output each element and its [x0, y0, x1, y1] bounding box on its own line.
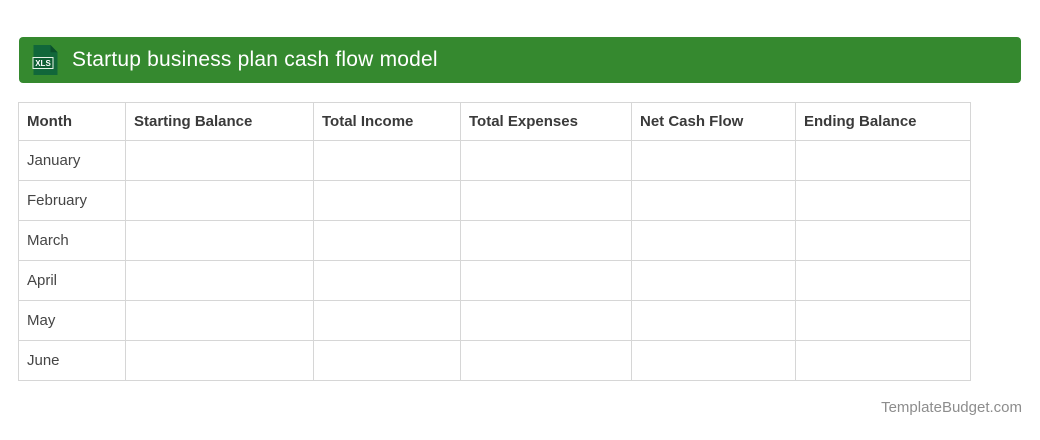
cell-starting-balance: [126, 261, 314, 301]
cell-total-expenses: [461, 261, 632, 301]
cash-flow-table: Month Starting Balance Total Income Tota…: [18, 102, 971, 381]
table-row-january: January: [19, 141, 971, 181]
cell-month: June: [19, 341, 126, 381]
cell-total-expenses: [461, 141, 632, 181]
cell-net-cash-flow: [632, 341, 796, 381]
column-header-starting-balance: Starting Balance: [126, 103, 314, 141]
cell-net-cash-flow: [632, 261, 796, 301]
cell-total-expenses: [461, 221, 632, 261]
cell-month: March: [19, 221, 126, 261]
template-title-bar: XLS Startup business plan cash flow mode…: [19, 37, 1021, 83]
table-row-march: March: [19, 221, 971, 261]
table-row-june: June: [19, 341, 971, 381]
xls-file-icon: XLS: [32, 45, 58, 75]
table-row-april: April: [19, 261, 971, 301]
cell-net-cash-flow: [632, 221, 796, 261]
cell-total-income: [314, 301, 461, 341]
cell-total-income: [314, 221, 461, 261]
table-row-february: February: [19, 181, 971, 221]
cell-starting-balance: [126, 301, 314, 341]
cell-total-income: [314, 181, 461, 221]
cell-starting-balance: [126, 181, 314, 221]
cell-ending-balance: [796, 341, 971, 381]
cell-net-cash-flow: [632, 141, 796, 181]
site-link[interactable]: TemplateBudget.com: [881, 399, 1022, 416]
cell-net-cash-flow: [632, 301, 796, 341]
cell-month: April: [19, 261, 126, 301]
cell-total-expenses: [461, 181, 632, 221]
cell-ending-balance: [796, 261, 971, 301]
column-header-month: Month: [19, 103, 126, 141]
table-row-may: May: [19, 301, 971, 341]
cell-ending-balance: [796, 141, 971, 181]
cell-net-cash-flow: [632, 181, 796, 221]
column-header-total-expenses: Total Expenses: [461, 103, 632, 141]
column-header-net-cash-flow: Net Cash Flow: [632, 103, 796, 141]
column-header-ending-balance: Ending Balance: [796, 103, 971, 141]
cell-month: February: [19, 181, 126, 221]
cell-ending-balance: [796, 221, 971, 261]
cell-total-income: [314, 141, 461, 181]
cell-starting-balance: [126, 221, 314, 261]
xls-icon-label: XLS: [35, 59, 51, 68]
cell-total-expenses: [461, 301, 632, 341]
column-header-total-income: Total Income: [314, 103, 461, 141]
cell-total-income: [314, 341, 461, 381]
cell-starting-balance: [126, 141, 314, 181]
cell-ending-balance: [796, 181, 971, 221]
cell-total-expenses: [461, 341, 632, 381]
cell-starting-balance: [126, 341, 314, 381]
page-title: Startup business plan cash flow model: [72, 48, 438, 72]
table-header-row: Month Starting Balance Total Income Tota…: [19, 103, 971, 141]
cell-month: January: [19, 141, 126, 181]
cell-ending-balance: [796, 301, 971, 341]
cell-total-income: [314, 261, 461, 301]
cell-month: May: [19, 301, 126, 341]
